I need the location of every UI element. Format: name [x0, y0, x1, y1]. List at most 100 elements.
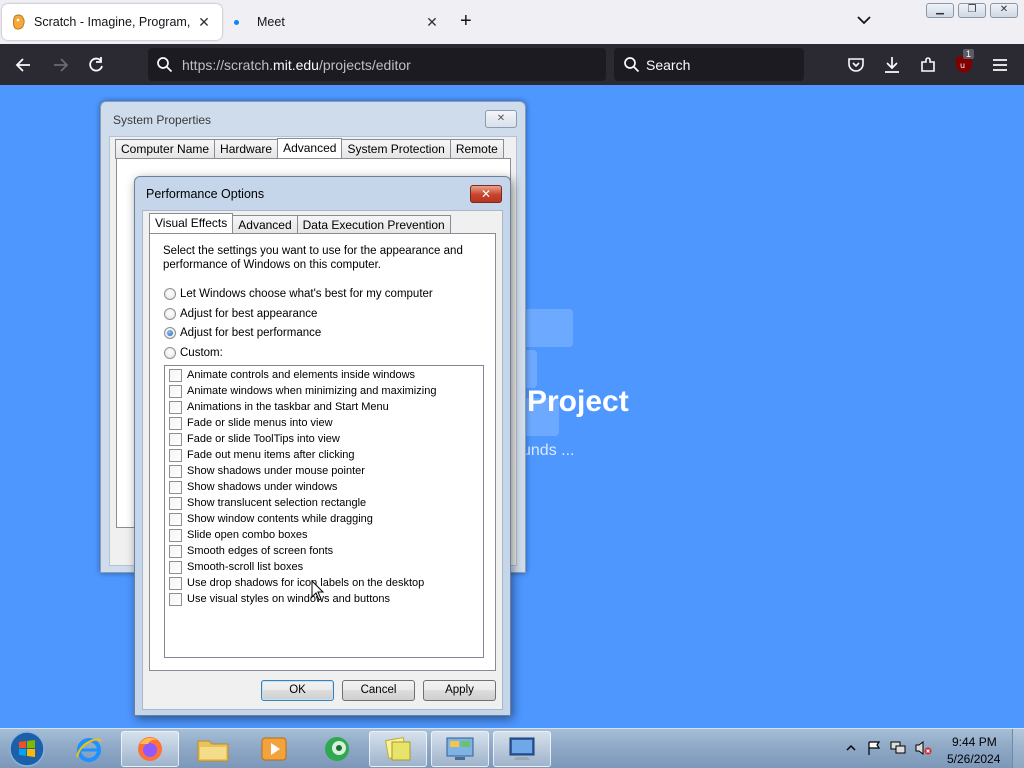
tab-remote[interactable]: Remote: [449, 139, 504, 159]
list-item[interactable]: Animations in the taskbar and Start Menu: [169, 399, 389, 415]
reload-icon[interactable]: [86, 55, 106, 75]
restore-button[interactable]: ❐: [958, 3, 986, 18]
checkbox[interactable]: [169, 368, 182, 382]
url-bar[interactable]: https://scratch.mit.edu/projects/editor: [148, 48, 606, 81]
list-item[interactable]: Slide open combo boxes: [169, 527, 307, 543]
folder-icon: [197, 740, 229, 762]
green-app-icon: [325, 737, 349, 761]
search-bar[interactable]: Search: [614, 48, 804, 81]
list-item[interactable]: Use visual styles on windows and buttons: [169, 591, 390, 607]
list-item[interactable]: Fade or slide ToolTips into view: [169, 431, 340, 447]
checkbox[interactable]: [169, 544, 182, 558]
list-item[interactable]: Show shadows under mouse pointer: [169, 463, 365, 479]
list-item[interactable]: Animate controls and elements inside win…: [169, 367, 415, 383]
pocket-icon[interactable]: [846, 55, 866, 75]
clock-time[interactable]: 9:44 PM: [952, 735, 997, 749]
radio-button[interactable]: [164, 288, 176, 300]
extensions-puzzle-icon[interactable]: [918, 55, 938, 75]
taskbar-internet-explorer[interactable]: [60, 731, 118, 767]
radio-button[interactable]: [164, 308, 176, 320]
tab-close-icon[interactable]: ✕: [196, 14, 212, 30]
radio-button[interactable]: [164, 347, 176, 359]
checkbox-label: Fade or slide ToolTips into view: [187, 433, 340, 445]
list-item[interactable]: Show translucent selection rectangle: [169, 495, 366, 511]
tab-data-execution-prevention[interactable]: Data Execution Prevention: [296, 215, 451, 235]
cancel-button[interactable]: Cancel: [342, 680, 415, 701]
radio-let-windows-choose[interactable]: Let Windows choose what's best for my co…: [164, 286, 433, 302]
checkbox[interactable]: [169, 528, 182, 542]
dialog-close-button[interactable]: ✕: [485, 110, 517, 128]
taskbar-firefox[interactable]: [121, 731, 179, 767]
checkbox-label: Use drop shadows for icon labels on the …: [187, 577, 425, 589]
checkbox-label: Fade or slide menus into view: [187, 417, 333, 429]
tab-system-protection[interactable]: System Protection: [341, 139, 451, 159]
list-item[interactable]: Fade or slide menus into view: [169, 415, 333, 431]
system-properties-tabs: Computer Name Hardware Advanced System P…: [115, 138, 504, 160]
checkbox[interactable]: [169, 560, 182, 574]
checkbox[interactable]: [169, 432, 182, 446]
tab-advanced[interactable]: Advanced: [277, 138, 343, 160]
tab-scratch[interactable]: Scratch - Imagine, Program, Share ✕: [2, 4, 222, 40]
checkbox-label: Use visual styles on windows and buttons: [187, 593, 390, 605]
dialog-close-button[interactable]: ✕: [470, 185, 502, 203]
taskbar-media-player[interactable]: [245, 731, 303, 767]
ok-button[interactable]: OK: [261, 680, 334, 701]
list-item[interactable]: Fade out menu items after clicking: [169, 447, 355, 463]
radio-label: Adjust for best appearance: [180, 308, 318, 320]
action-center-flag-icon[interactable]: [866, 740, 882, 756]
panel-description: Select the settings you want to use for …: [163, 245, 463, 271]
start-button-windows-icon[interactable]: [6, 730, 48, 768]
list-item[interactable]: Animate windows when minimizing and maxi…: [169, 383, 436, 399]
menu-hamburger-icon[interactable]: [990, 55, 1010, 75]
tab-close-icon[interactable]: ✕: [424, 14, 440, 30]
new-tab-button[interactable]: +: [460, 11, 472, 31]
radio-best-performance[interactable]: Adjust for best performance: [164, 325, 321, 341]
download-icon[interactable]: [882, 55, 902, 75]
clock-date[interactable]: 5/26/2024: [947, 752, 1000, 766]
checkbox[interactable]: [169, 400, 182, 414]
window-close-button[interactable]: ✕: [990, 3, 1018, 18]
network-icon[interactable]: [889, 740, 907, 756]
volume-muted-icon[interactable]: [914, 740, 932, 756]
tab-list-chevron-icon[interactable]: [856, 14, 872, 26]
list-item[interactable]: Show window contents while dragging: [169, 511, 373, 527]
media-player-icon: [261, 737, 287, 761]
list-item[interactable]: Use drop shadows for icon labels on the …: [169, 575, 424, 591]
show-desktop-button[interactable]: [1012, 729, 1024, 768]
taskbar-control-panel[interactable]: [431, 731, 489, 767]
radio-best-appearance[interactable]: Adjust for best appearance: [164, 306, 317, 322]
visual-effects-list[interactable]: Animate controls and elements inside win…: [164, 365, 484, 658]
svg-text:u: u: [960, 61, 965, 70]
checkbox[interactable]: [169, 496, 182, 510]
checkbox[interactable]: [169, 592, 182, 606]
tab-computer-name[interactable]: Computer Name: [115, 139, 216, 159]
back-arrow-icon[interactable]: [14, 55, 34, 75]
apply-button[interactable]: Apply: [423, 680, 496, 701]
tab-meet[interactable]: Meet ✕: [224, 4, 450, 40]
checkbox[interactable]: [169, 464, 182, 478]
list-item[interactable]: Smooth-scroll list boxes: [169, 559, 303, 575]
minimize-button[interactable]: ▁: [926, 3, 954, 18]
checkbox[interactable]: [169, 384, 182, 398]
taskbar-system-properties[interactable]: [493, 731, 551, 767]
tab-hardware[interactable]: Hardware: [214, 139, 279, 159]
checkbox[interactable]: [169, 576, 182, 590]
sticky-notes-icon: [384, 736, 411, 761]
url-text: https://scratch.mit.edu/projects/editor: [182, 57, 411, 73]
taskbar-app-green[interactable]: [308, 731, 366, 767]
list-item[interactable]: Show shadows under windows: [169, 479, 337, 495]
checkbox[interactable]: [169, 512, 182, 526]
taskbar-file-explorer[interactable]: [184, 731, 242, 767]
checkbox-label: Show shadows under windows: [187, 481, 338, 493]
checkbox[interactable]: [169, 448, 182, 462]
show-hidden-icons-chevron-icon[interactable]: [846, 743, 856, 753]
ublock-extension-button[interactable]: u 1: [955, 49, 975, 74]
tab-advanced[interactable]: Advanced: [232, 215, 298, 235]
checkbox[interactable]: [169, 480, 182, 494]
radio-custom[interactable]: Custom:: [164, 345, 223, 361]
list-item[interactable]: Smooth edges of screen fonts: [169, 543, 333, 559]
radio-button-selected[interactable]: [164, 327, 176, 339]
taskbar-sticky-notes[interactable]: [369, 731, 427, 767]
forward-arrow-icon[interactable]: [50, 55, 70, 75]
checkbox[interactable]: [169, 416, 182, 430]
